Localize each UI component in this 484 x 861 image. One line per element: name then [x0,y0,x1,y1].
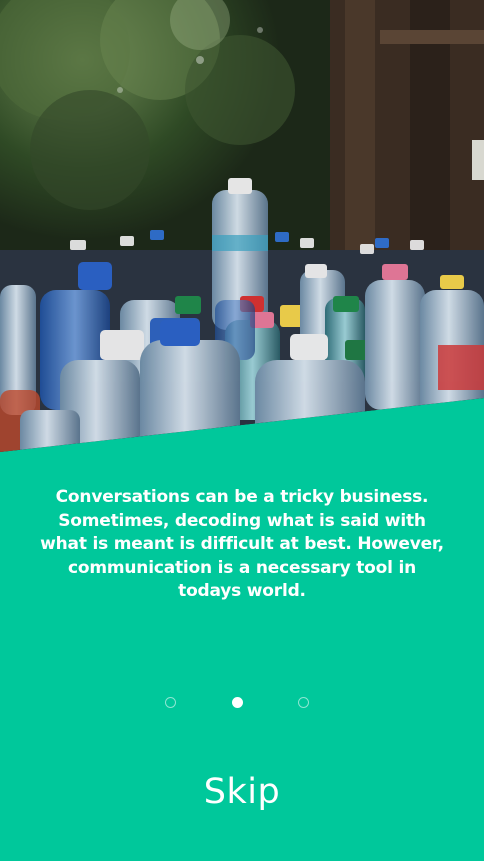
skip-button[interactable]: Skip [0,772,484,812]
plastic-bottles-photo [0,0,484,452]
page-dot-1[interactable] [165,697,176,708]
hero-image [0,0,484,460]
onboarding-message: Conversations can be a tricky business. … [40,487,444,601]
page-indicator [0,697,484,713]
page-dot-2-active[interactable] [232,697,243,708]
page-dot-3[interactable] [298,697,309,708]
